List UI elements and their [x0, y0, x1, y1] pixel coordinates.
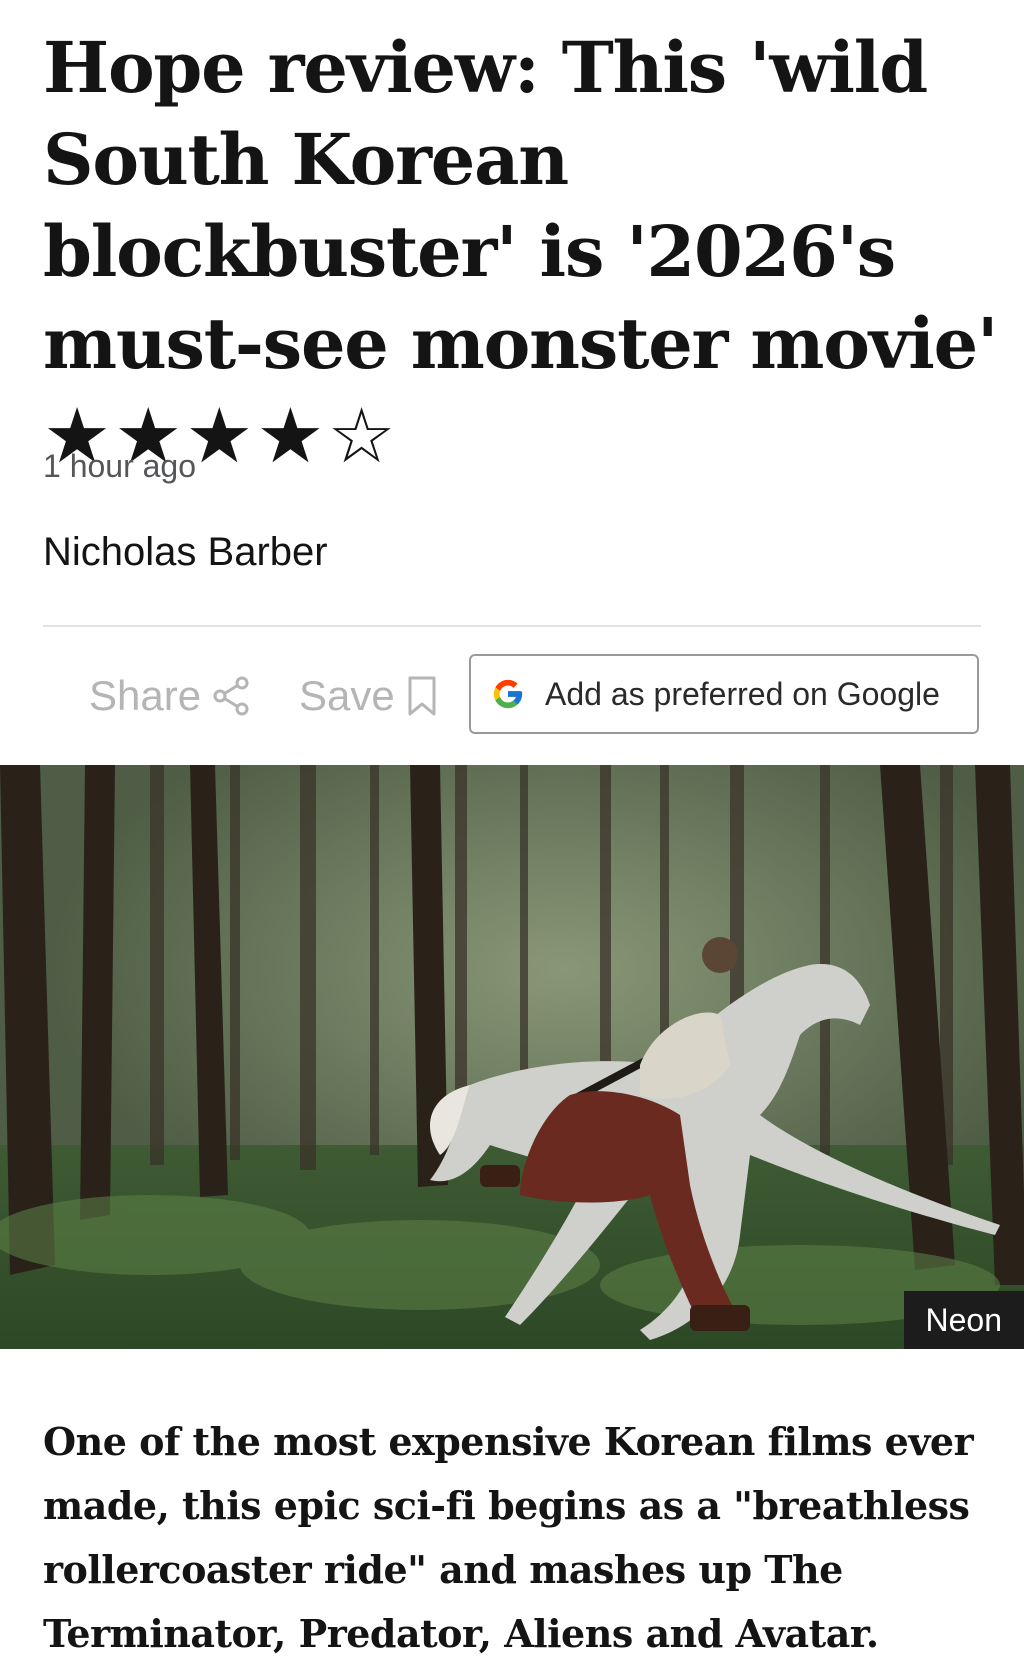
- hero-image[interactable]: Neon: [0, 765, 1024, 1349]
- article-toolbar: Share Save Add as preferred on Google: [43, 654, 981, 738]
- bookmark-icon: [408, 676, 436, 716]
- image-credit: Neon: [903, 1291, 1024, 1349]
- google-button-label: Add as preferred on Google: [545, 675, 940, 712]
- share-icon: [213, 676, 249, 716]
- google-g-icon: [493, 679, 523, 709]
- save-label: Save: [299, 672, 395, 719]
- share-button[interactable]: Share: [89, 654, 249, 738]
- share-label: Share: [89, 672, 202, 719]
- add-preferred-google-button[interactable]: Add as preferred on Google: [469, 654, 979, 734]
- divider: [43, 625, 981, 627]
- save-button[interactable]: Save: [299, 654, 437, 738]
- article-headline: Hope review: This 'wild South Korean blo…: [43, 22, 1003, 484]
- article-summary: One of the most expensive Korean films e…: [43, 1419, 974, 1656]
- forest-scene: [0, 765, 1024, 1349]
- article-timestamp: 1 hour ago: [43, 448, 197, 484]
- headline-text: Hope review: This 'wild South Korean blo…: [43, 26, 998, 385]
- author-byline[interactable]: Nicholas Barber: [43, 530, 328, 575]
